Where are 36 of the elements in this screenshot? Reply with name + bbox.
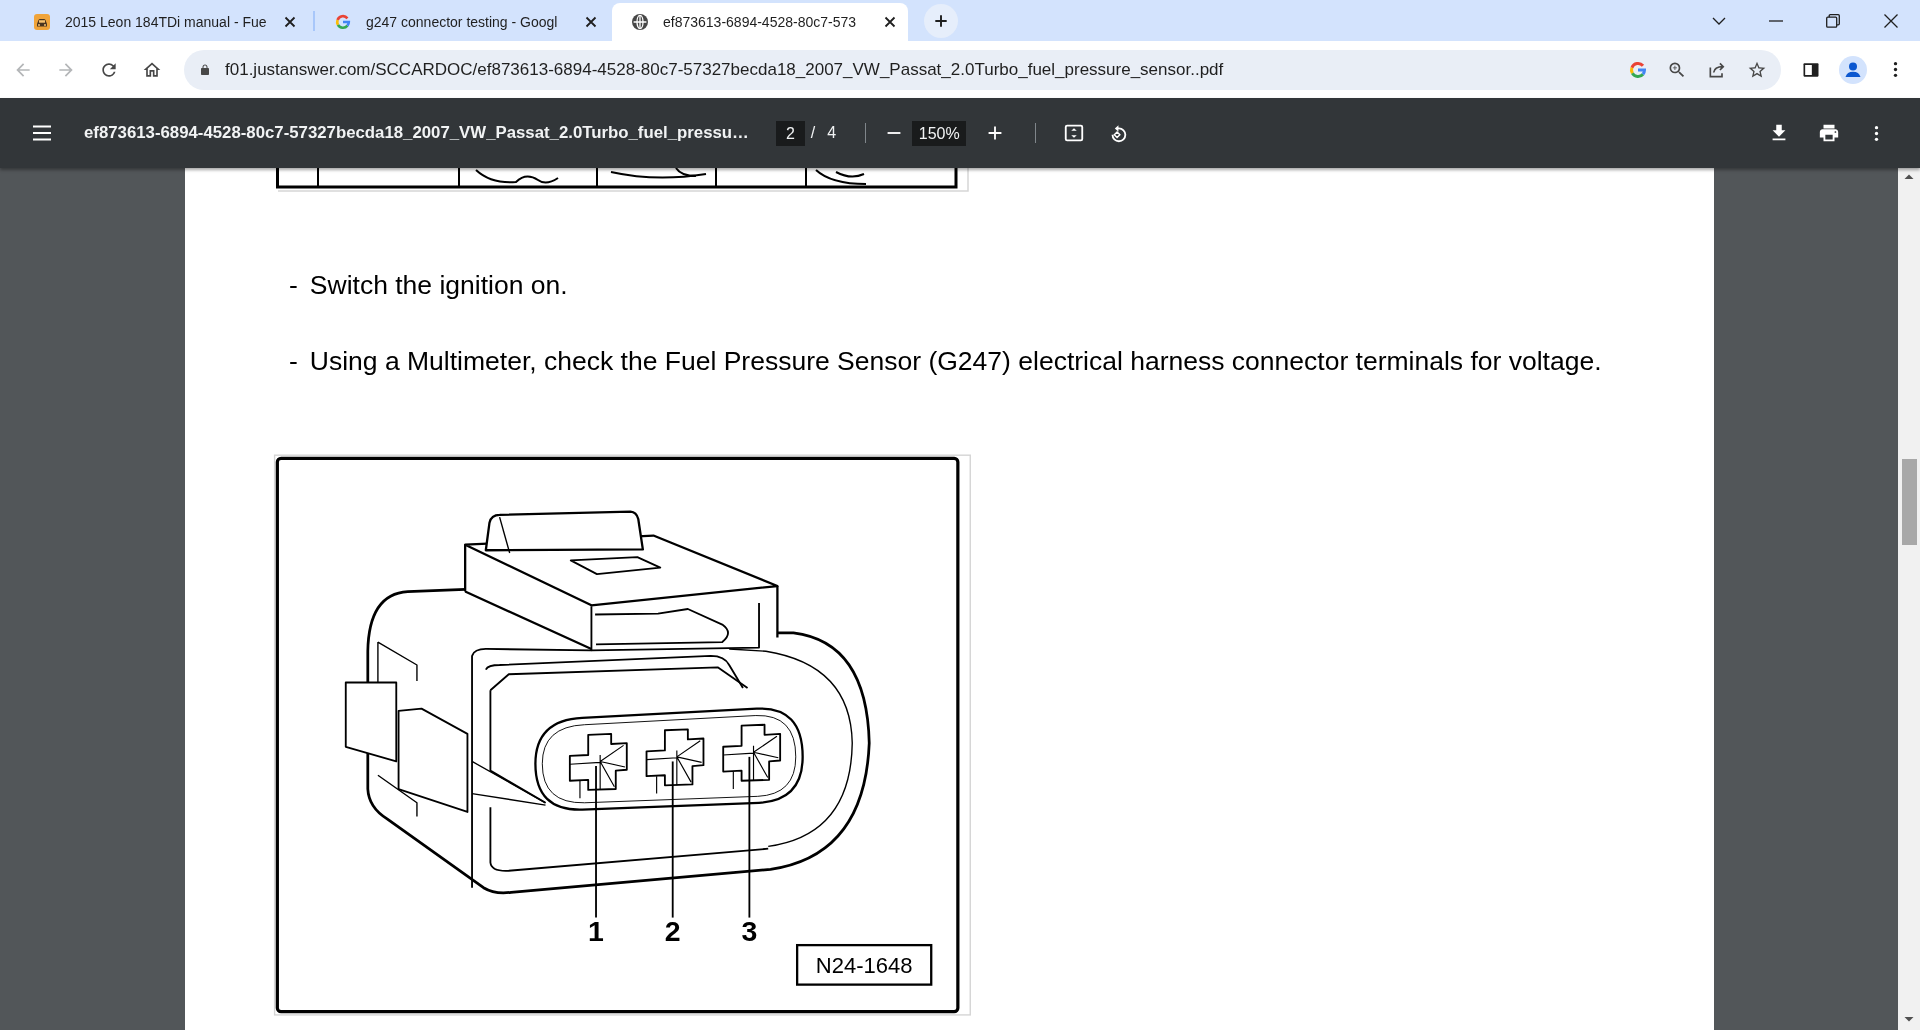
browser-tab[interactable]: g247 connector testing - Googl bbox=[315, 3, 609, 41]
car-icon bbox=[34, 14, 50, 30]
profile-icon[interactable] bbox=[1839, 55, 1867, 84]
page-count: 4 bbox=[827, 124, 837, 142]
page-separator: / bbox=[810, 124, 816, 142]
close-icon[interactable] bbox=[583, 14, 599, 30]
lock-icon[interactable] bbox=[199, 62, 211, 77]
scrollbar-thumb[interactable] bbox=[1901, 459, 1917, 545]
new-tab-button[interactable] bbox=[924, 3, 958, 38]
zoom-field[interactable]: 150% bbox=[912, 120, 967, 146]
close-icon[interactable] bbox=[282, 14, 298, 30]
globe-icon bbox=[632, 14, 648, 30]
page-number-field[interactable]: 2 bbox=[775, 120, 805, 146]
close-icon[interactable] bbox=[1884, 13, 1898, 28]
step-text: Switch the ignition on. bbox=[309, 269, 568, 302]
pin-label: 2 bbox=[664, 915, 681, 948]
plus-icon bbox=[934, 13, 948, 28]
step-text: Using a Multimeter, check the Fuel Pressure Sensor (G247) electrical harness connector terminals for voltage. bbox=[309, 345, 1602, 378]
fit-page-icon[interactable] bbox=[1063, 122, 1086, 144]
browser-tab[interactable]: ef873613-6894-4528-80c7-573 bbox=[612, 3, 908, 41]
list-dash: - bbox=[289, 345, 298, 378]
document-title: ef873613-6894-4528-80c7-57327becda18_2007_VW_Passat_2.0Turbo_fuel_pressu… bbox=[84, 123, 749, 143]
g-logo-icon bbox=[335, 14, 351, 30]
more-icon[interactable] bbox=[1874, 124, 1879, 142]
scrollbar[interactable] bbox=[1898, 168, 1920, 1030]
more-icon[interactable] bbox=[1893, 61, 1898, 78]
browser-tab[interactable]: 2015 Leon 184TDi manual - Fue bbox=[14, 3, 308, 41]
restore-icon[interactable] bbox=[1826, 13, 1840, 28]
close-icon[interactable] bbox=[882, 14, 898, 30]
print-icon[interactable] bbox=[1818, 122, 1840, 144]
list-dash: - bbox=[289, 269, 298, 302]
pin-label: 1 bbox=[588, 915, 604, 948]
address-bar[interactable]: f01.justanswer.com/SCCARDOC/ef873613-6894-4528-80c7-57327becda18_2007_VW_Passat_2.0Turbo_fuel_pressure_sensor..pdf bbox=[184, 49, 1781, 90]
figure-code-label: N24-1648 bbox=[796, 944, 933, 986]
g-logo-icon[interactable] bbox=[1629, 60, 1647, 79]
pin-label: 3 bbox=[741, 915, 758, 948]
